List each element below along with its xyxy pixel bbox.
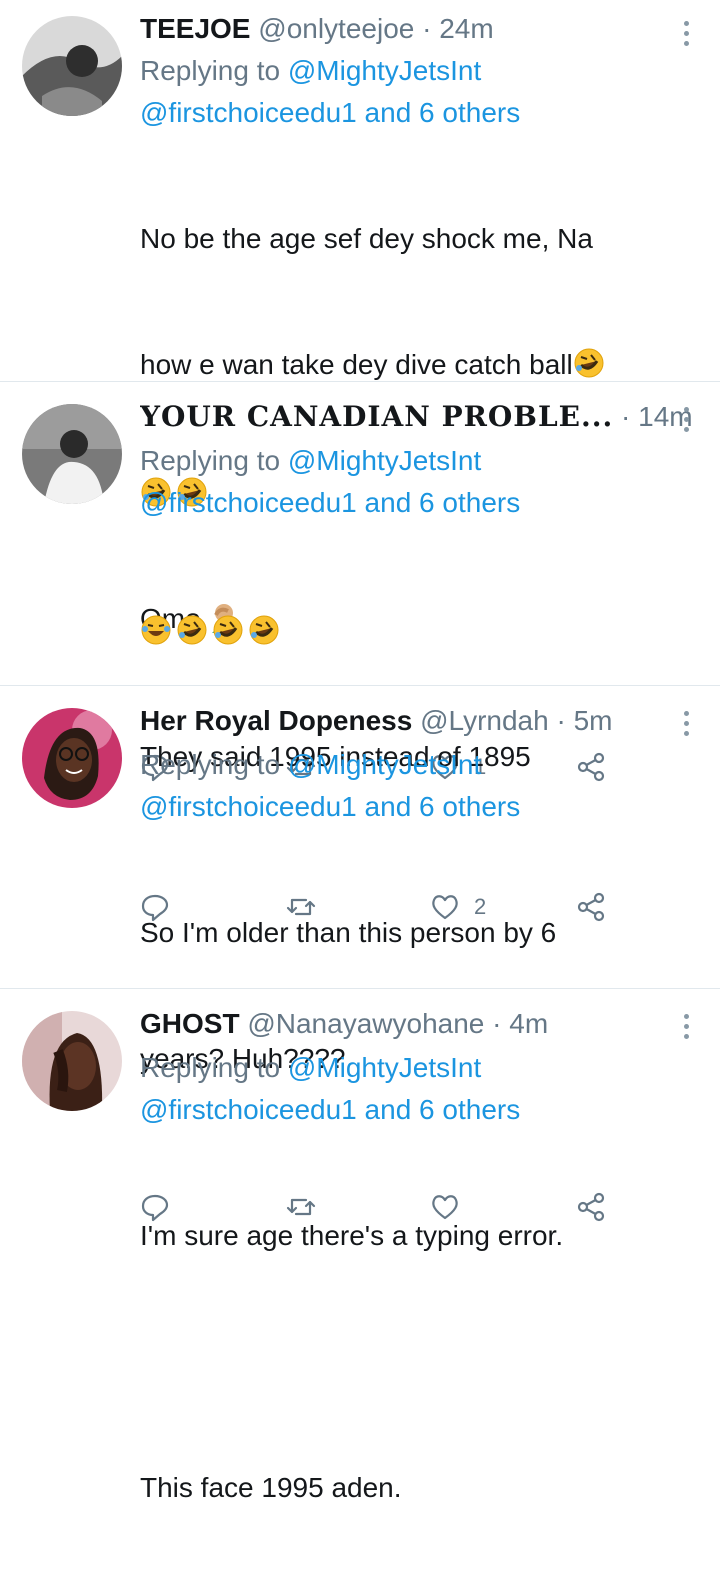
avatar[interactable] [22, 404, 122, 504]
tweet-text-line: I'm sure age there's a typing error. [140, 1220, 564, 1251]
mention-link[interactable]: @firstchoiceedu1 [140, 1094, 357, 1125]
replying-and: and [364, 487, 412, 518]
mention-link[interactable]: @MightyJetsInt [288, 55, 481, 86]
tweet-header: GHOST @Nanayawyohane · 4m [140, 989, 720, 1039]
tweet-header: Her Royal Dopeness @Lyrndah · 5m [140, 686, 720, 736]
tweet-text-line: This face 1995 aden. [140, 1472, 402, 1503]
tweet[interactable]: YOUR CANADIAN PROBLE... · 14m Replying t… [0, 382, 720, 922]
tweet-text-line: how e wan take dey dive catch ball [140, 344, 720, 386]
more-icon[interactable] [680, 708, 692, 738]
mention-link[interactable]: @MightyJetsInt [288, 749, 481, 780]
reply-feed: TEEJOE @onlyteejoe · 24m Replying to @Mi… [0, 0, 720, 1503]
tweet-text-line [140, 1341, 720, 1383]
avatar[interactable] [22, 1011, 122, 1111]
tweet-text-line: So I'm older than this person by 6 [140, 917, 557, 948]
separator-dot: · [492, 1008, 502, 1039]
timestamp[interactable]: 24m [439, 13, 493, 44]
others-link[interactable]: 6 others [419, 1094, 520, 1125]
timestamp[interactable]: 4m [509, 1008, 548, 1039]
more-icon[interactable] [680, 18, 692, 48]
emoji-row [140, 608, 720, 652]
mention-link[interactable]: @firstchoiceedu1 [140, 97, 357, 128]
separator-dot: · [621, 401, 631, 432]
tweet-header: TEEJOE @onlyteejoe · 24m [140, 0, 720, 44]
display-name[interactable]: YOUR CANADIAN PROBLE... [140, 400, 613, 432]
replying-prefix: Replying to [140, 55, 281, 86]
mention-link[interactable]: @MightyJetsInt [288, 445, 481, 476]
separator-dot: · [556, 705, 566, 736]
user-handle[interactable]: @Lyrndah [420, 705, 549, 736]
separator-dot: · [422, 13, 432, 44]
more-icon[interactable] [680, 404, 692, 434]
display-name[interactable]: Her Royal Dopeness [140, 705, 412, 736]
others-link[interactable]: 6 others [419, 791, 520, 822]
avatar[interactable] [22, 16, 122, 116]
more-icon[interactable] [680, 1011, 692, 1041]
tweet-text-line: how e wan take dey dive catch ball [140, 349, 573, 380]
others-link[interactable]: 6 others [419, 97, 520, 128]
replying-to: Replying to @MightyJetsInt @firstchoicee… [140, 744, 720, 828]
replying-and: and [364, 791, 412, 822]
others-link[interactable]: 6 others [419, 487, 520, 518]
replying-and: and [364, 97, 412, 128]
tweet-header: YOUR CANADIAN PROBLE... · 14m [140, 382, 720, 432]
replying-to: Replying to @MightyJetsInt @firstchoicee… [140, 50, 720, 134]
replying-prefix: Replying to [140, 445, 281, 476]
joy-emoji-icon [140, 614, 172, 646]
rofl-emoji-icon [248, 614, 280, 646]
tweet-text: I'm sure age there's a typing error. Thi… [140, 1131, 720, 1593]
user-handle[interactable]: @onlyteejoe [258, 13, 414, 44]
replying-prefix: Replying to [140, 749, 281, 780]
display-name[interactable]: TEEJOE [140, 13, 250, 44]
display-name[interactable]: GHOST [140, 1008, 240, 1039]
tweet[interactable]: GHOST @Nanayawyohane · 4m Replying to @M… [0, 989, 720, 1503]
tweet-text-line: No be the age sef dey shock me, Na [140, 223, 593, 254]
timestamp[interactable]: 5m [574, 705, 613, 736]
replying-to: Replying to @MightyJetsInt @firstchoicee… [140, 440, 720, 524]
tweet[interactable]: TEEJOE @onlyteejoe · 24m Replying to @Mi… [0, 0, 720, 782]
mention-link[interactable]: @firstchoiceedu1 [140, 791, 357, 822]
avatar[interactable] [22, 708, 122, 808]
mention-link[interactable]: @firstchoiceedu1 [140, 487, 357, 518]
rofl-emoji-icon [212, 614, 244, 646]
mention-link[interactable]: @MightyJetsInt [288, 1052, 481, 1083]
user-handle[interactable]: @Nanayawyohane [247, 1008, 484, 1039]
rofl-emoji-icon [573, 347, 605, 379]
rofl-emoji-icon [176, 614, 208, 646]
replying-prefix: Replying to [140, 1052, 281, 1083]
replying-to: Replying to @MightyJetsInt @firstchoicee… [140, 1047, 720, 1131]
tweet[interactable]: Her Royal Dopeness @Lyrndah · 5m Replyin… [0, 686, 720, 1222]
replying-and: and [364, 1094, 412, 1125]
